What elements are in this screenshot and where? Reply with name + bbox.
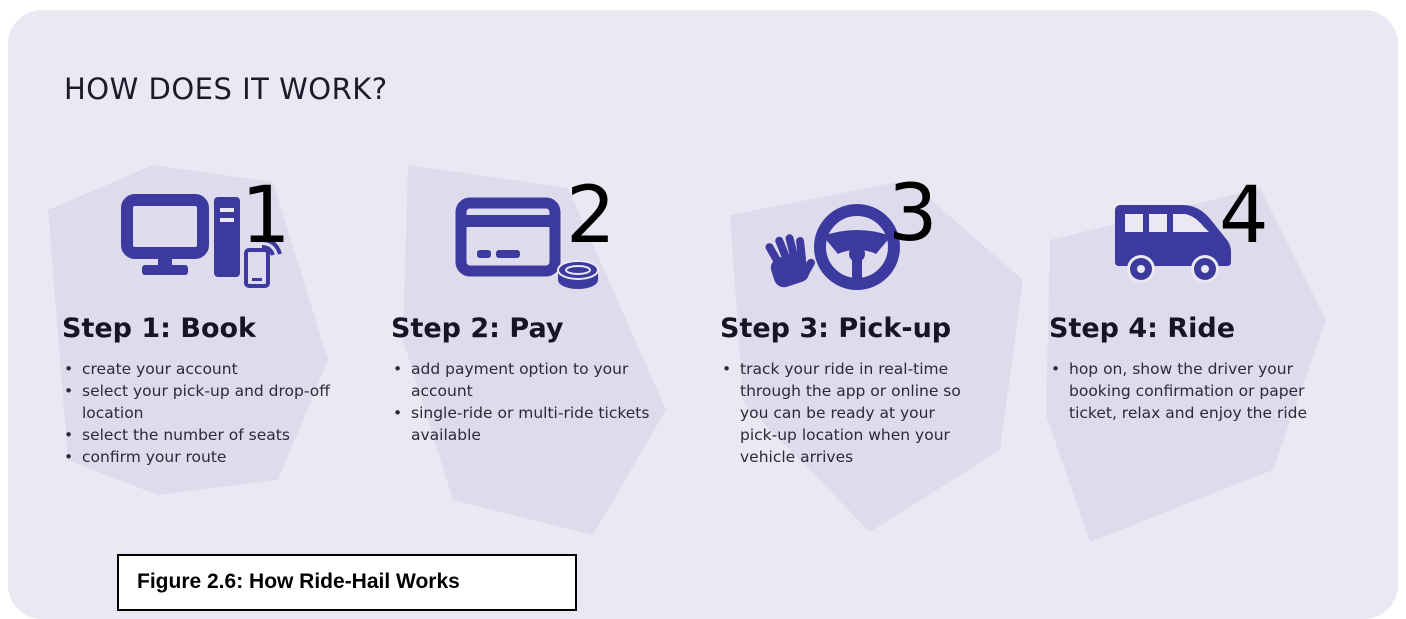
bullet-item: hop on, show the driver your booking con… [1049, 358, 1311, 424]
how-it-works-panel: HOW DOES IT WORK? 1 Step 1: Book create … [8, 10, 1398, 619]
step-3: 3 Step 3: Pick-up track your ride in rea… [720, 170, 1020, 500]
step-bullets: create your account select your pick-up … [62, 358, 342, 468]
step-number: 4 [1219, 171, 1269, 261]
step-4: 4 Step 4: Ride hop on, show the driver y… [1049, 170, 1349, 500]
bullet-item: track your ride in real-time through the… [720, 358, 975, 468]
bullet-item: confirm your route [62, 446, 342, 468]
step-bullets: hop on, show the driver your booking con… [1049, 358, 1311, 424]
bullet-item: single-ride or multi-ride tickets availa… [391, 402, 671, 446]
step-number: 3 [888, 169, 938, 259]
bullet-item: select the number of seats [62, 424, 342, 446]
bullet-item: create your account [62, 358, 342, 380]
figure-caption: Figure 2.6: How Ride-Hail Works [137, 570, 460, 593]
step-title: Step 2: Pay [391, 313, 564, 344]
step-number: 1 [241, 171, 291, 261]
step-2: 2 Step 2: Pay add payment option to your… [391, 170, 691, 500]
bullet-item: add payment option to your account [391, 358, 671, 402]
step-bullets: track your ride in real-time through the… [720, 358, 975, 468]
page-title: HOW DOES IT WORK? [64, 72, 388, 106]
figure-caption-box: Figure 2.6: How Ride-Hail Works [117, 554, 577, 611]
step-bullets: add payment option to your account singl… [391, 358, 671, 446]
bullet-item: select your pick-up and drop-off locatio… [62, 380, 342, 424]
steering-wheel-icon [814, 204, 900, 290]
step-title: Step 1: Book [62, 313, 257, 344]
step-title: Step 3: Pick-up [720, 313, 952, 344]
waving-hand-icon [765, 234, 815, 288]
step-title: Step 4: Ride [1049, 313, 1236, 344]
step-number: 2 [566, 171, 616, 261]
step-1: 1 Step 1: Book create your account selec… [62, 170, 362, 500]
